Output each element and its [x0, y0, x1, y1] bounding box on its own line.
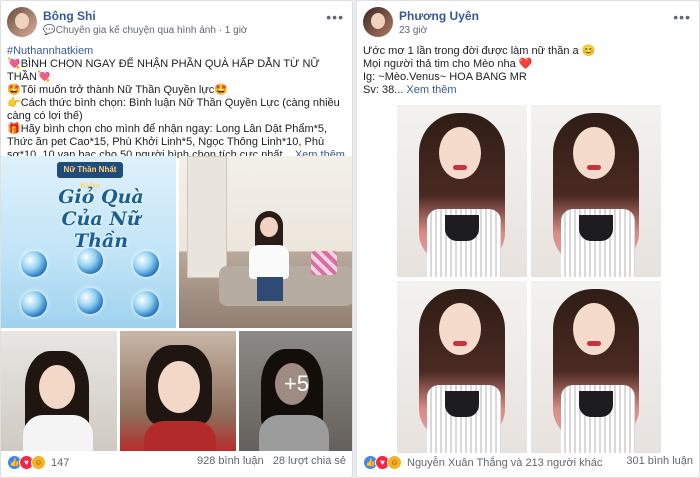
post-line: Mọi người thả tim cho Mèo nha ❤️: [363, 58, 533, 70]
post-line: Ước mơ 1 lần trong đời được làm nữ thần …: [363, 45, 596, 57]
avatar[interactable]: [7, 7, 37, 37]
photo-grid-item[interactable]: [397, 105, 527, 277]
share-count[interactable]: 28 lượt chia sẻ: [273, 455, 346, 467]
author-name[interactable]: Bông Shi: [43, 9, 96, 23]
post-line: Sv: 38... Xem thêm: [363, 84, 693, 97]
post-line: 💘BÌNH CHỌN NGAY ĐỂ NHẬN PHẦN QUÀ HẤP DẪN…: [7, 58, 320, 83]
post-line: 🤩Tôi muốn trở thành Nữ Thần Quyền lực🤩: [7, 84, 228, 96]
post-footer: 👍 ♥ ☺ Nguyễn Xuân Thắng và 213 người khá…: [363, 455, 693, 471]
post-time[interactable]: 1 giờ: [225, 25, 248, 36]
post-footer: 👍 ♥ ☺ 147 928 bình luận 28 lượt chia sẻ: [7, 455, 346, 471]
photo-grid-item[interactable]: [531, 105, 661, 277]
promo-image[interactable]: Nữ Thần Nhất Kiếm Giỏ Quà Của Nữ Thần: [1, 156, 176, 328]
haha-icon: ☺: [387, 455, 402, 470]
right-post-card: Phương Uyên 23 giờ ••• Ước mơ 1 lần tron…: [356, 0, 700, 478]
post-meta: 💬 Chuyên gia kế chuyện qua hình ảnh · 1 …: [43, 25, 248, 36]
promo-title: Giỏ Quà Của Nữ Thần: [58, 186, 144, 252]
badge-icon: 💬: [43, 25, 56, 36]
haha-icon: ☺: [31, 455, 46, 470]
photo-thumbnail[interactable]: [120, 331, 236, 451]
post-text: #Nuthannhatkiem 💘BÌNH CHỌN NGAY ĐỂ NHẬN …: [7, 45, 346, 162]
post-line: Ig: ~Mèo.Venus~ HOA BANG MR: [363, 71, 527, 83]
gem-icon: [133, 251, 159, 277]
comment-count[interactable]: 928 bình luận: [197, 455, 264, 467]
reaction-count: 147: [51, 456, 70, 469]
comment-count[interactable]: 301 bình luận: [626, 455, 693, 467]
author-name[interactable]: Phương Uyên: [399, 9, 479, 23]
photo-grid-item[interactable]: [397, 281, 527, 453]
photo-grid-item[interactable]: [531, 281, 661, 453]
gem-icon: [133, 291, 159, 317]
gem-icon: [21, 251, 47, 277]
badge-text[interactable]: Chuyên gia kế chuyện qua hình ảnh: [56, 25, 216, 36]
gem-icon: [77, 248, 103, 274]
photo-thumbnail[interactable]: [1, 331, 117, 451]
gem-icon: [77, 288, 103, 314]
reaction-summary[interactable]: 👍 ♥ ☺ Nguyễn Xuân Thắng và 213 người khá…: [363, 455, 602, 470]
post-time[interactable]: 23 giờ: [399, 25, 427, 36]
photo-girl-on-sofa[interactable]: [179, 156, 352, 328]
post-line: 👉Cách thức bình chọn: Bình luận Nữ Thần …: [7, 97, 340, 122]
avatar[interactable]: [363, 7, 393, 37]
gem-icon: [21, 291, 47, 317]
more-icon[interactable]: •••: [326, 9, 344, 25]
reaction-summary[interactable]: 👍 ♥ ☺ 147: [7, 455, 69, 470]
post-line-text: Sv: 38...: [363, 84, 404, 96]
hashtag-link[interactable]: #Nuthannhatkiem: [7, 45, 346, 58]
reaction-names: Nguyễn Xuân Thắng và 213 người khác: [407, 456, 603, 469]
more-photos-count[interactable]: +5: [239, 371, 352, 397]
post-stats: 928 bình luận 28 lượt chia sẻ: [191, 455, 346, 467]
left-post-card: Bông Shi 💬 Chuyên gia kế chuyện qua hình…: [0, 0, 353, 478]
see-more-link[interactable]: Xem thêm: [406, 84, 456, 96]
photo-grid: [397, 105, 661, 453]
more-icon[interactable]: •••: [673, 9, 691, 25]
post-text: Ước mơ 1 lần trong đời được làm nữ thần …: [363, 45, 693, 97]
photo-thumbnail-more[interactable]: +5: [239, 331, 352, 451]
post-stats: 301 bình luận: [620, 455, 693, 467]
promo-logo: Nữ Thần Nhất Kiếm: [57, 162, 123, 190]
post-meta: 23 giờ: [399, 25, 427, 36]
